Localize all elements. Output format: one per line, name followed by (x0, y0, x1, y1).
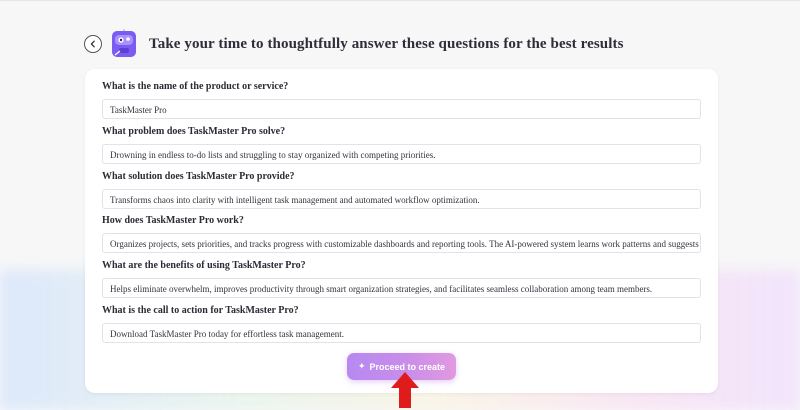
page-header: Take your time to thoughtfully answer th… (84, 28, 624, 60)
question-label: What problem does TaskMaster Pro solve? (102, 126, 286, 137)
answer-field[interactable]: Download TaskMaster Pro today for effort… (102, 323, 701, 343)
sparkle-icon: ✦ (357, 361, 366, 371)
top-divider (0, 0, 800, 1)
question-label: What solution does TaskMaster Pro provid… (102, 171, 295, 182)
answer-field[interactable]: Helps eliminate overwhelm, improves prod… (102, 278, 701, 298)
answer-field[interactable]: TaskMaster Pro (102, 99, 701, 119)
page-title: Take your time to thoughtfully answer th… (149, 35, 624, 52)
question-product-name: What is the name of the product or servi… (102, 80, 701, 119)
question-label: What is the name of the product or servi… (102, 81, 289, 92)
question-label: What is the call to action for TaskMaste… (102, 305, 299, 316)
back-button[interactable] (84, 35, 102, 53)
arrow-up-icon (391, 372, 419, 408)
question-how-it-works: How does TaskMaster Pro work? Organizes … (102, 214, 701, 253)
proceed-button-label: Proceed to create (369, 361, 446, 372)
question-solution: What solution does TaskMaster Pro provid… (102, 170, 701, 209)
answer-field[interactable]: Drowning in endless to-do lists and stru… (102, 144, 701, 164)
question-label: How does TaskMaster Pro work? (102, 215, 244, 226)
answer-field[interactable]: Transforms chaos into clarity with intel… (102, 189, 701, 209)
question-problem: What problem does TaskMaster Pro solve? … (102, 125, 701, 164)
question-call-to-action: What is the call to action for TaskMaste… (102, 304, 701, 343)
answer-field[interactable]: Organizes projects, sets priorities, and… (102, 233, 701, 253)
question-label: What are the benefits of using TaskMaste… (102, 260, 306, 271)
questions-card: What is the name of the product or servi… (85, 69, 718, 393)
question-benefits: What are the benefits of using TaskMaste… (102, 259, 701, 298)
chevron-left-icon (90, 40, 95, 48)
robot-mascot-icon (112, 29, 136, 57)
